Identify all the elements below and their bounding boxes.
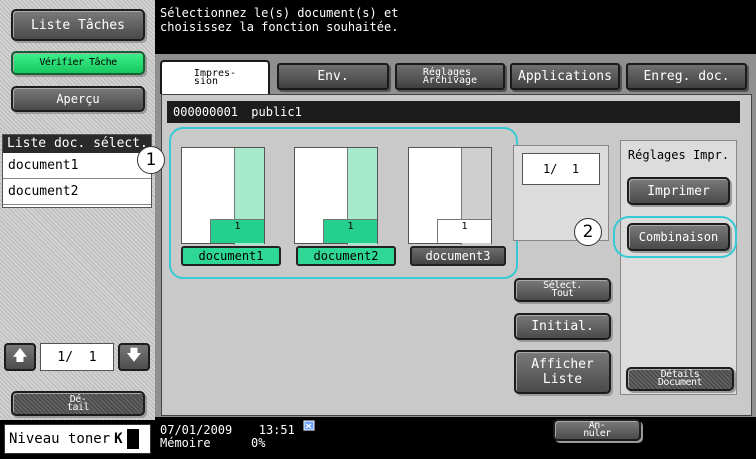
arrow-up-icon: 🡅 bbox=[12, 345, 28, 364]
select-all-button[interactable]: Sélect. Tout bbox=[514, 278, 611, 302]
document-button[interactable]: document2 bbox=[296, 246, 396, 266]
document-button[interactable]: document1 bbox=[181, 246, 281, 266]
memory-label: Mémoire bbox=[160, 436, 211, 450]
network-icon bbox=[303, 418, 317, 432]
initial-button[interactable]: Initial. bbox=[514, 313, 611, 340]
page-count: 1 bbox=[323, 219, 377, 243]
list-pager: 🡅 1/ 1 🡇 bbox=[4, 343, 150, 371]
print-settings-title: Réglages Impr. bbox=[627, 148, 730, 162]
task-list-button[interactable]: Liste Tâches bbox=[11, 9, 145, 41]
box-header: 000000001 public1 bbox=[167, 101, 740, 123]
status-date: 07/01/2009 bbox=[160, 423, 233, 437]
document-thumbnail[interactable]: 1 bbox=[408, 147, 492, 245]
preview-button[interactable]: Aperçu bbox=[11, 86, 145, 112]
toner-level: Niveau toner K bbox=[4, 424, 151, 454]
scroll-up-button[interactable]: 🡅 bbox=[4, 343, 36, 371]
print-button[interactable]: Imprimer bbox=[627, 177, 730, 205]
instruction-banner: Sélectionnez le(s) document(s) et choisi… bbox=[155, 0, 756, 54]
toner-bar-icon bbox=[126, 429, 139, 449]
verify-task-button[interactable]: Vérifier Tâche bbox=[11, 51, 145, 75]
combine-button[interactable]: Combinaison bbox=[627, 223, 730, 251]
status-datetime: 07/01/2009 13:51 Mémoire 0% bbox=[160, 424, 295, 450]
toner-color: K bbox=[114, 431, 123, 447]
status-time: 13:51 bbox=[258, 423, 295, 437]
box-name: public1 bbox=[251, 105, 302, 119]
memory-value: 0% bbox=[251, 436, 266, 450]
instruction-line: choisissez la fonction souhaitée. bbox=[160, 20, 399, 34]
page-count: 1 bbox=[437, 219, 491, 243]
document-details-button[interactable]: Détails Document bbox=[626, 367, 734, 391]
tab-applications[interactable]: Applications bbox=[510, 63, 620, 90]
detail-button[interactable]: Dé- tail bbox=[11, 391, 145, 416]
cancel-button[interactable]: An- nuler bbox=[553, 419, 641, 441]
list-item[interactable]: document2 bbox=[3, 179, 151, 205]
tab-send[interactable]: Env. bbox=[277, 63, 389, 90]
selected-documents-list: Liste doc. sélect. document1 document2 bbox=[2, 134, 152, 208]
page-count: 1 bbox=[210, 219, 264, 243]
instruction-line: Sélectionnez le(s) document(s) et bbox=[160, 6, 399, 20]
list-item[interactable]: document1 bbox=[3, 153, 151, 179]
document-thumbnail[interactable]: 1 bbox=[181, 147, 265, 245]
scroll-down-button[interactable]: 🡇 bbox=[118, 343, 150, 371]
page-indicator: 1/ 1 bbox=[40, 343, 114, 371]
tab-print[interactable]: Impres- sion bbox=[160, 60, 270, 94]
page-counter: 1/ 1 bbox=[522, 153, 600, 185]
show-list-button[interactable]: Afficher Liste bbox=[514, 350, 611, 394]
selected-documents-header: Liste doc. sélect. bbox=[3, 135, 151, 153]
box-id: 000000001 bbox=[173, 105, 239, 119]
callout-marker: 2 bbox=[574, 218, 602, 246]
document-thumbnail[interactable]: 1 bbox=[294, 147, 378, 245]
arrow-down-icon: 🡇 bbox=[126, 345, 142, 364]
toner-label: Niveau toner bbox=[9, 431, 111, 447]
tab-save-document[interactable]: Enreg. doc. bbox=[626, 63, 747, 90]
callout-marker: 1 bbox=[137, 146, 165, 174]
tab-archive-settings[interactable]: Réglages Archivage bbox=[395, 63, 505, 90]
document-button[interactable]: document3 bbox=[410, 246, 506, 266]
